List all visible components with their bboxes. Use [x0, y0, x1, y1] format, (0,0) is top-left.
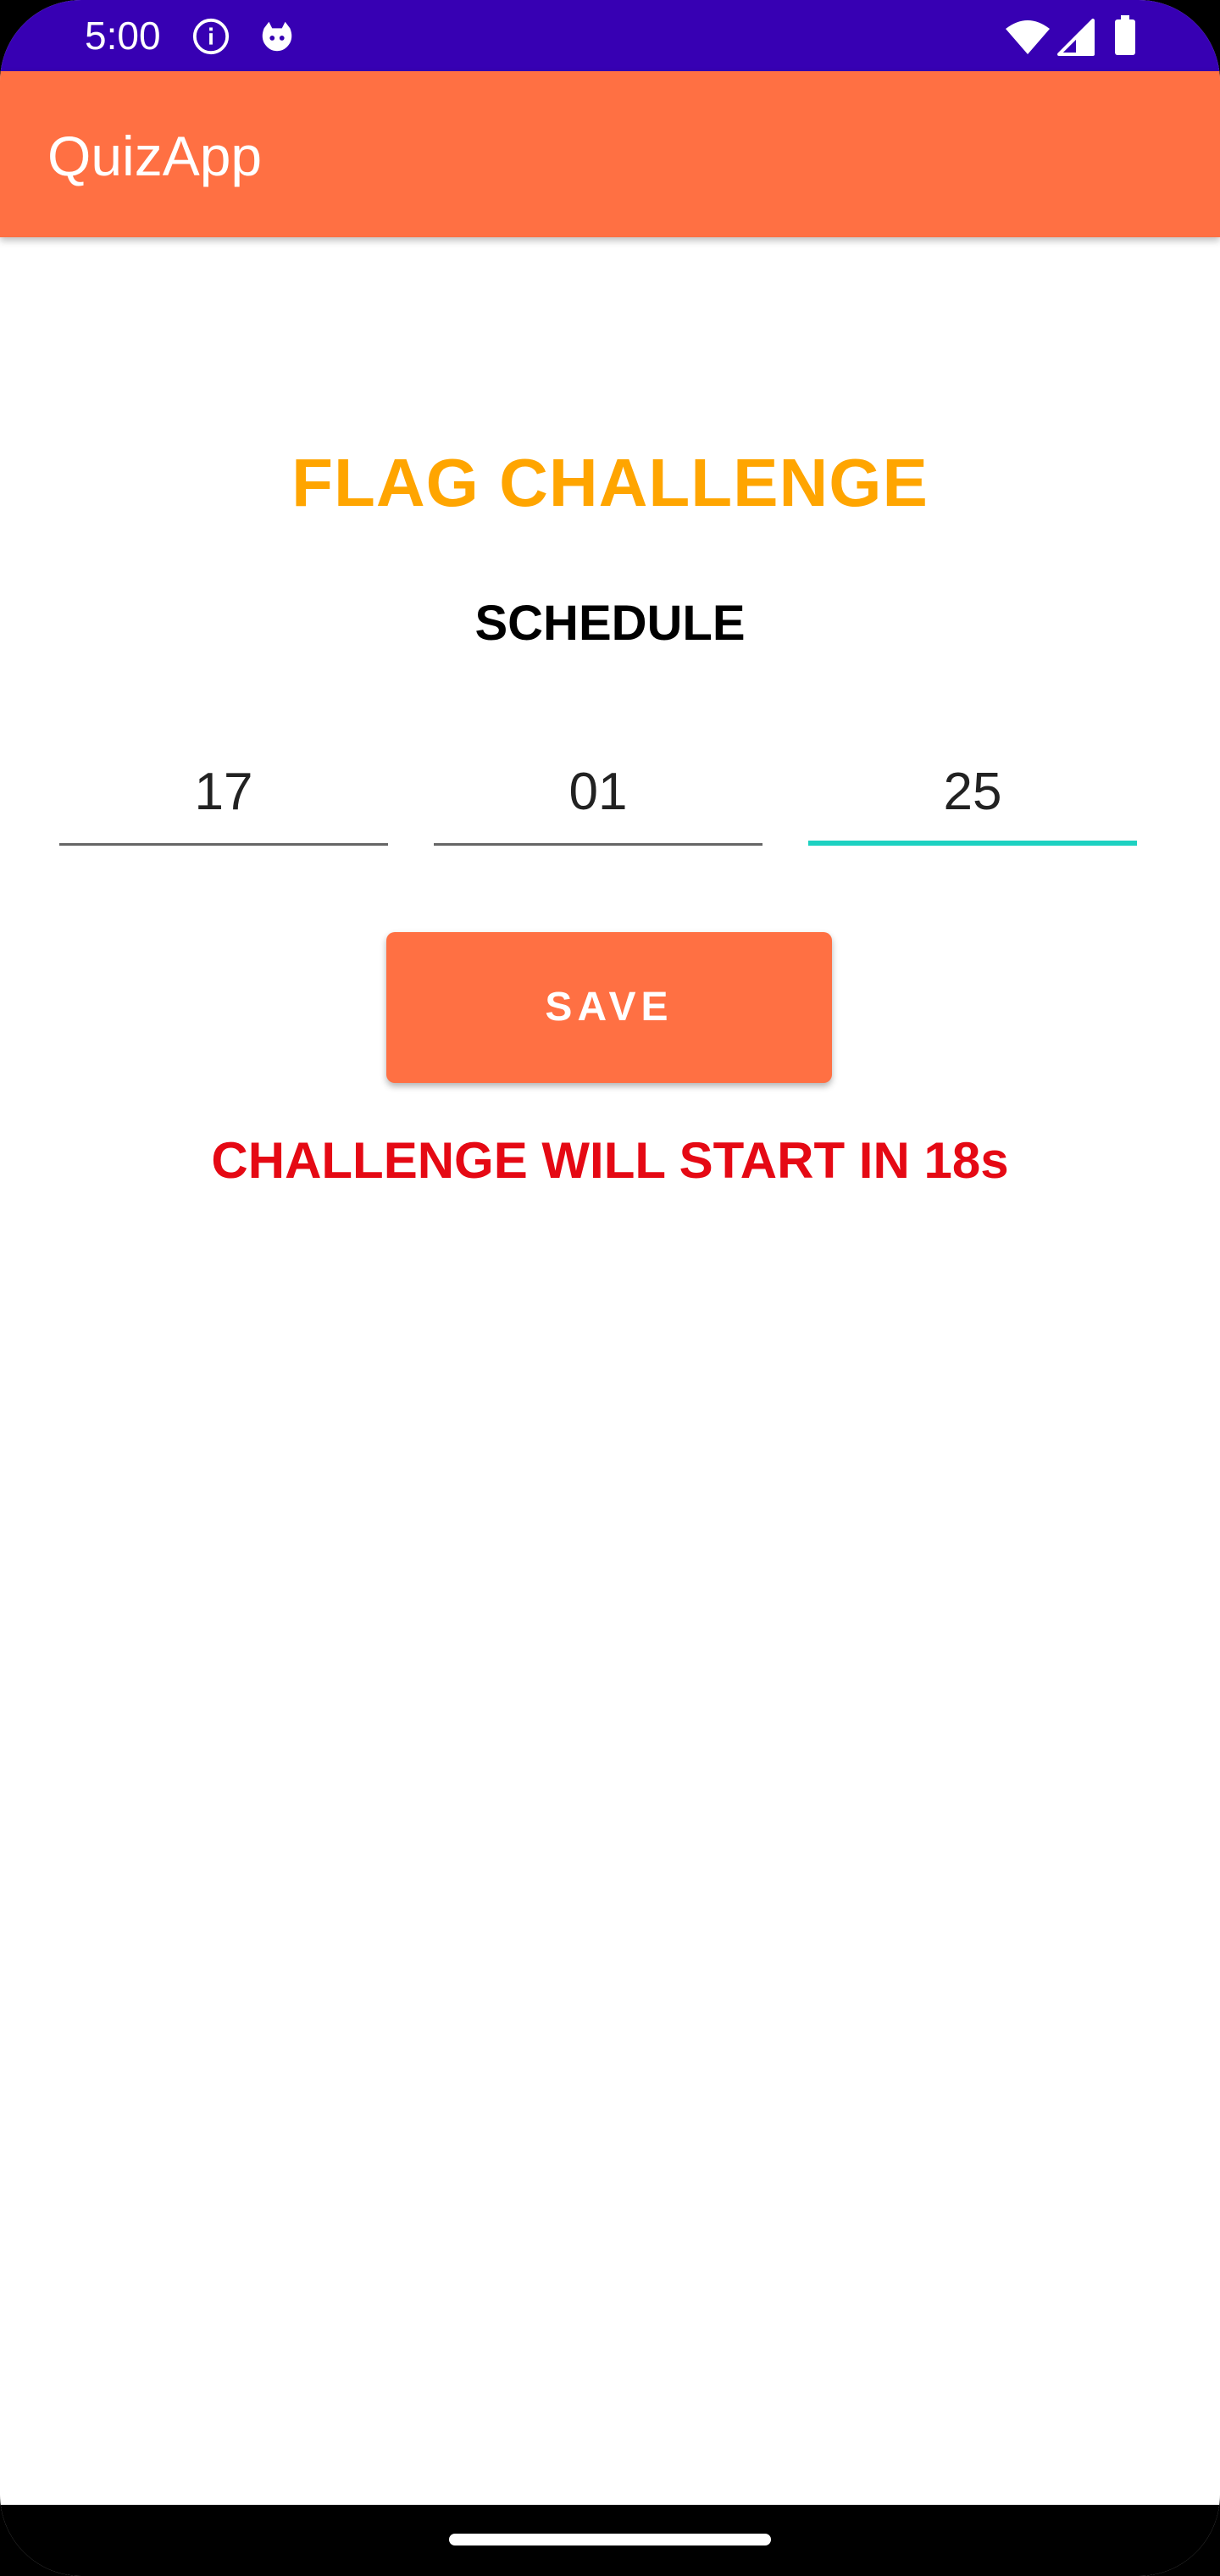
phone-screen: 5:00 QuizApp FLAG CHALLENGE SCHEDULE 17 …: [0, 0, 1220, 2576]
status-time: 5:00: [85, 14, 161, 58]
hour-input[interactable]: 17: [59, 746, 388, 846]
status-bar: 5:00: [0, 0, 1220, 71]
save-button[interactable]: SAVE: [386, 932, 832, 1083]
app-bar: QuizApp: [0, 71, 1220, 237]
cellular-signal-icon: [1057, 19, 1095, 56]
notification-cat-icon: [262, 21, 292, 52]
schedule-label: SCHEDULE: [474, 596, 746, 651]
info-icon: [192, 18, 230, 55]
navigation-bar: [0, 2505, 1220, 2576]
home-gesture-handle[interactable]: [449, 2534, 771, 2545]
wifi-icon: [1006, 20, 1050, 54]
minute-input[interactable]: 01: [434, 746, 762, 846]
countdown-status: CHALLENGE WILL START IN 18s: [211, 1132, 1009, 1189]
challenge-title: FLAG CHALLENGE: [291, 445, 929, 520]
battery-icon: [1115, 15, 1135, 55]
second-input[interactable]: 25: [808, 746, 1137, 846]
app-title: QuizApp: [47, 125, 263, 187]
